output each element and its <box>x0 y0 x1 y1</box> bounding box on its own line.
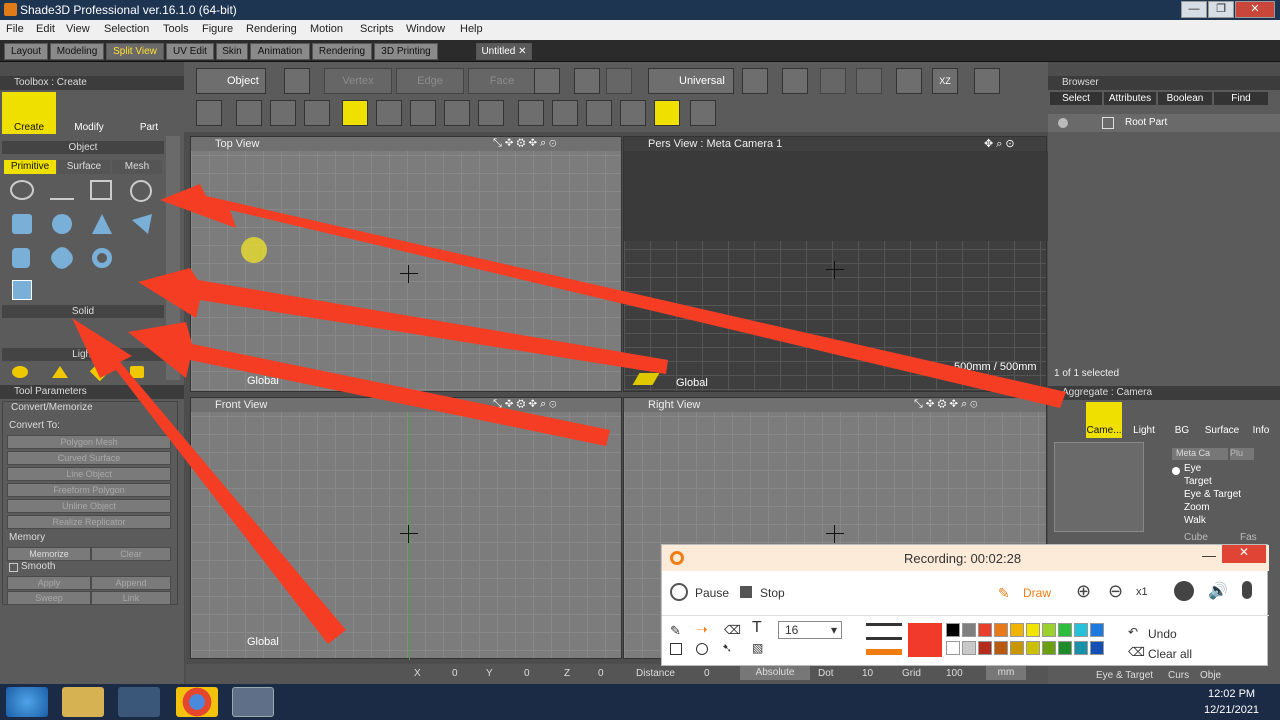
color-swatch[interactable] <box>962 623 976 637</box>
shade3d-taskbar-icon[interactable] <box>232 687 274 717</box>
color-swatch[interactable] <box>1074 641 1088 655</box>
eraser-tool-icon[interactable]: ⌫ <box>724 623 741 637</box>
cursor-tool-icon[interactable]: ➷ <box>722 641 732 655</box>
microphone-icon[interactable] <box>1242 581 1252 599</box>
color-swatch[interactable] <box>1026 641 1040 655</box>
color-swatch[interactable] <box>1090 641 1104 655</box>
recorder-titlebar: Recording: 00:02:28 — ✕ <box>662 545 1269 571</box>
arrow-tool-icon[interactable]: ➝ <box>696 621 708 638</box>
clear-icon[interactable]: ⌫ <box>1128 645 1145 659</box>
start-button[interactable] <box>6 687 48 717</box>
stop-button[interactable]: Stop <box>760 586 785 600</box>
color-swatch[interactable] <box>946 623 960 637</box>
line-width-thick[interactable] <box>866 649 902 655</box>
recorder-divider <box>662 615 1269 616</box>
text-tool-icon[interactable]: T <box>752 619 762 637</box>
color-swatch[interactable] <box>978 623 992 637</box>
color-swatch[interactable] <box>1042 623 1056 637</box>
color-swatch[interactable] <box>962 641 976 655</box>
current-color-swatch[interactable] <box>908 623 942 657</box>
arrow-4 <box>72 318 346 644</box>
clock-time: 12:02 PM <box>1208 688 1256 700</box>
zoom-out-icon[interactable]: ⊖ <box>1108 581 1123 602</box>
font-size-value: 16 <box>785 623 799 637</box>
color-swatch[interactable] <box>1058 623 1072 637</box>
color-swatch[interactable] <box>1010 623 1024 637</box>
stop-icon[interactable] <box>740 586 752 598</box>
font-size-select[interactable]: 16 ▾ <box>778 621 842 639</box>
undo-button[interactable]: Undo <box>1148 627 1177 641</box>
pen-tool-icon[interactable]: ✎ <box>670 623 681 639</box>
chrome-icon[interactable] <box>176 687 218 717</box>
media-player-icon[interactable] <box>118 687 160 717</box>
speaker-icon[interactable]: 🔊 <box>1208 581 1228 601</box>
pencil-icon[interactable]: ✎ <box>998 585 1010 602</box>
color-swatch[interactable] <box>1042 641 1056 655</box>
windows-taskbar: 12:02 PM 12/21/2021 <box>0 684 1280 720</box>
recording-time: Recording: 00:02:28 <box>904 551 1022 566</box>
explorer-icon[interactable] <box>62 687 104 717</box>
zoom-level: x1 <box>1136 586 1148 598</box>
color-swatch[interactable] <box>994 623 1008 637</box>
draw-button[interactable]: Draw <box>1023 586 1051 600</box>
color-swatch[interactable] <box>1074 623 1088 637</box>
line-width-thin[interactable] <box>866 623 902 626</box>
ellipse-tool-icon[interactable] <box>696 643 708 655</box>
color-swatch[interactable] <box>994 641 1008 655</box>
blur-tool-icon[interactable]: ▧ <box>752 641 763 655</box>
color-swatch[interactable] <box>1026 623 1040 637</box>
webcam-icon[interactable] <box>1174 581 1194 601</box>
rect-tool-icon[interactable] <box>670 643 682 655</box>
color-swatch[interactable] <box>946 641 960 655</box>
recorder-minimize-button[interactable]: — <box>1202 547 1216 563</box>
record-icon <box>670 551 684 565</box>
color-palette <box>946 623 1106 657</box>
pause-icon[interactable] <box>670 583 688 601</box>
color-swatch[interactable] <box>1058 641 1072 655</box>
clock-date: 12/21/2021 <box>1204 704 1260 716</box>
line-width-medium[interactable] <box>866 637 902 640</box>
undo-icon[interactable]: ↶ <box>1128 625 1138 639</box>
color-swatch[interactable] <box>1090 623 1104 637</box>
screen-recorder-widget: Recording: 00:02:28 — ✕ Pause Stop ✎ Dra… <box>661 544 1269 666</box>
clear-all-button[interactable]: Clear all <box>1148 647 1192 661</box>
recorder-close-button[interactable]: ✕ <box>1222 545 1266 563</box>
color-swatch[interactable] <box>978 641 992 655</box>
zoom-in-icon[interactable]: ⊕ <box>1076 581 1091 602</box>
pause-button[interactable]: Pause <box>695 586 729 600</box>
color-swatch[interactable] <box>1010 641 1024 655</box>
